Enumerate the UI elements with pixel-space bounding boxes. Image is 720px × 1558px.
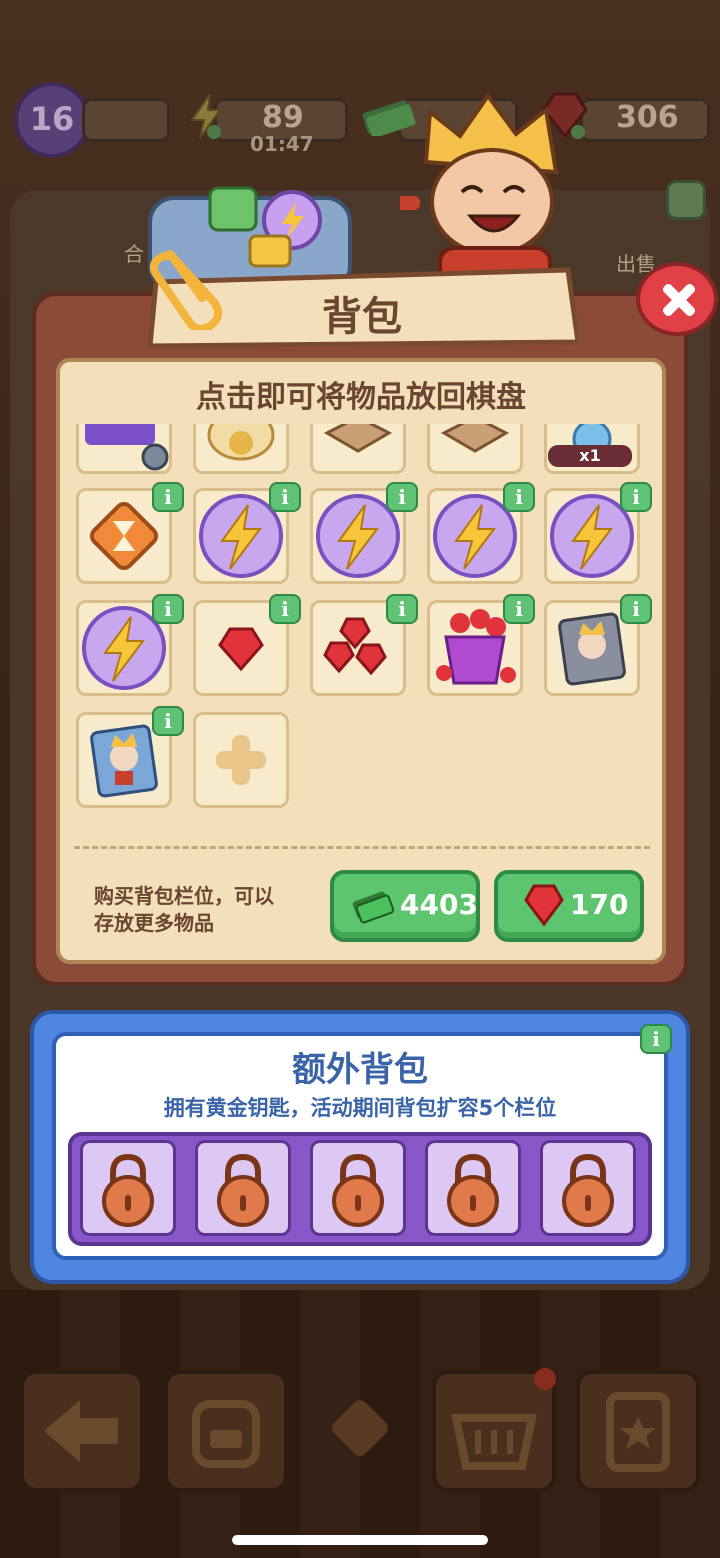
backpack-title: 背包 [322,294,402,340]
locked-slot[interactable] [80,1140,176,1236]
divider [74,846,650,849]
energy-timer: 01:47 [250,132,314,156]
plus-icon [216,735,266,785]
item-cell-partial-cart[interactable] [76,424,172,474]
hourglass-icon [332,1400,388,1456]
ruby-icon [524,884,564,927]
basket-icon [451,1414,537,1470]
info-icon[interactable]: i [269,594,301,624]
crate-icon [440,424,510,453]
locked-slot[interactable] [540,1140,636,1236]
lock-icon [102,1153,154,1227]
lock-icon [447,1153,499,1227]
notification-dot [534,1368,556,1390]
info-icon[interactable]: i [152,594,184,624]
shop-button [432,1370,556,1492]
board-info-button [666,180,706,220]
item-grid[interactable]: i i i i i i i i i i i [60,424,660,824]
buy-cash-price: 4403 [400,888,478,921]
tasks-button [576,1370,700,1492]
gem-count: 306 [616,100,679,135]
lock-icon [562,1153,614,1227]
arrow-left-icon [44,1400,118,1462]
info-icon[interactable]: i [386,482,418,512]
backpack-tab-button [164,1370,288,1492]
buy-slot-text-line2: 存放更多物品 [94,911,214,935]
info-icon[interactable]: i [503,482,535,512]
info-icon[interactable]: i [152,482,184,512]
buy-slot-text-line1: 购买背包栏位，可以 [94,884,274,908]
locked-slot[interactable] [425,1140,521,1236]
crate-icon [323,424,393,453]
lock-icon [217,1153,269,1227]
cart-icon [85,424,169,471]
clipboard-star-icon [606,1392,670,1472]
locked-slot[interactable] [310,1140,406,1236]
extra-bag-title: 额外背包 [292,1050,428,1090]
home-indicator[interactable] [232,1535,488,1545]
level-number: 16 [29,100,75,138]
info-icon[interactable]: i [503,594,535,624]
item-quantity-badge: x1 [548,445,632,467]
back-button [20,1370,144,1492]
cash-icon [352,891,395,924]
close-button[interactable] [636,262,718,336]
energy-icon [190,93,222,139]
info-icon[interactable]: i [152,706,184,736]
extra-bag-subtitle: 拥有黄金钥匙，活动期间背包扩容5个栏位 [163,1096,557,1120]
locked-slot[interactable] [195,1140,291,1236]
info-icon[interactable]: i [386,594,418,624]
backpack-hint: 点击即可将物品放回棋盘 [196,380,526,415]
xp-bar [82,98,170,142]
info-icon[interactable]: i [269,482,301,512]
energy-count: 89 [262,100,304,135]
info-icon[interactable]: i [620,482,652,512]
item-cell-partial-crate[interactable] [310,424,406,474]
lock-icon [332,1153,384,1227]
item-cell-partial-crate-2[interactable] [427,424,523,474]
buy-gem-price: 170 [570,888,629,921]
character-mascot [400,92,559,292]
money-bag-icon [207,424,275,461]
info-icon[interactable]: i [620,594,652,624]
item-cell-partial-bag[interactable] [193,424,289,474]
add-slot-button[interactable] [193,712,289,808]
backpack-icon [192,1400,260,1468]
